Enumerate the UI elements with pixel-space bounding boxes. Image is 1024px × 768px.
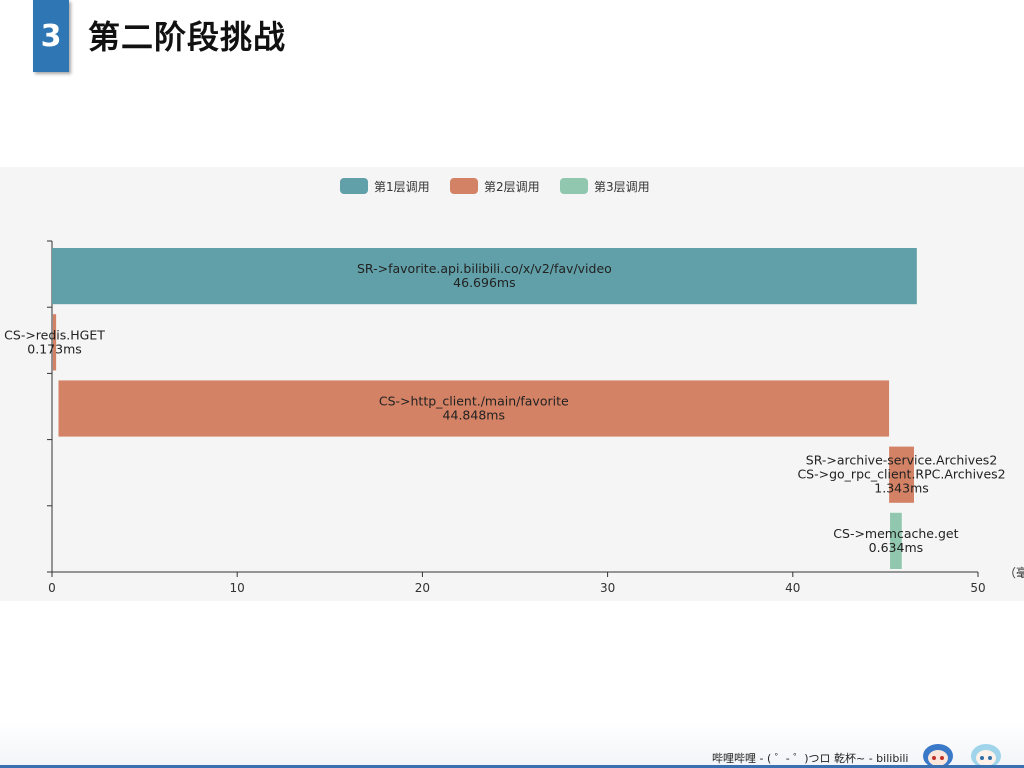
span-label-line: 0.173ms <box>27 341 81 356</box>
span-label-2: CS->redis.HGET 0.173ms <box>4 327 105 356</box>
span-label-line: 0.634ms <box>869 540 923 555</box>
span-label-line: CS->redis.HGET <box>4 327 105 342</box>
legend-swatch-3 <box>560 178 588 194</box>
span-label-line: SR->archive-service.Archives2 <box>806 453 997 468</box>
span-label-line: 44.848ms <box>443 408 505 423</box>
x-tick-label-10: 10 <box>230 581 245 595</box>
x-tick-label-50: 50 <box>970 581 985 595</box>
span-label-line: 46.696ms <box>453 275 515 290</box>
legend-label-2: 第2层调用 <box>484 180 540 194</box>
span-label-line: CS->http_client./main/favorite <box>379 394 569 409</box>
slide: 3 第二阶段挑战 第1层调用 第2层调用 第3层调用 0 10 20 30 40 50 （毫 SR-… <box>0 0 1024 768</box>
span-label-line: CS->memcache.get <box>833 526 958 541</box>
x-axis-unit-label: （毫 <box>1004 565 1024 580</box>
mascot-22-icon <box>923 744 953 766</box>
span-label-line: 1.343ms <box>874 481 928 496</box>
span-label-line: SR->favorite.api.bilibili.co/x/v2/fav/vi… <box>357 261 612 276</box>
x-tick-label-30: 30 <box>600 581 615 595</box>
x-tick-label-40: 40 <box>785 581 800 595</box>
legend-label-1: 第1层调用 <box>374 180 430 194</box>
x-tick-label-0: 0 <box>48 581 56 595</box>
trace-span-chart: 第1层调用 第2层调用 第3层调用 0 10 20 30 40 50 （毫 SR->favorite… <box>4 178 1024 595</box>
legend-swatch-2 <box>450 178 478 194</box>
slide-title: 第二阶段挑战 <box>88 18 287 56</box>
span-label-4: SR->archive-service.Archives2 CS->go_rpc_… <box>797 453 1005 496</box>
span-label-line: CS->go_rpc_client.RPC.Archives2 <box>797 467 1005 482</box>
span-label-5: CS->memcache.get 0.634ms <box>833 526 958 555</box>
legend-swatch-1 <box>340 178 368 194</box>
slide-number-badge: 3 <box>33 0 69 72</box>
footer-text: 哔哩哔哩 - ( ゜- ゜)つロ 乾杯~ - bilibili <box>712 752 909 765</box>
legend-label-3: 第3层调用 <box>594 180 650 194</box>
x-tick-label-20: 20 <box>415 581 430 595</box>
mascot-33-icon <box>971 744 1001 766</box>
